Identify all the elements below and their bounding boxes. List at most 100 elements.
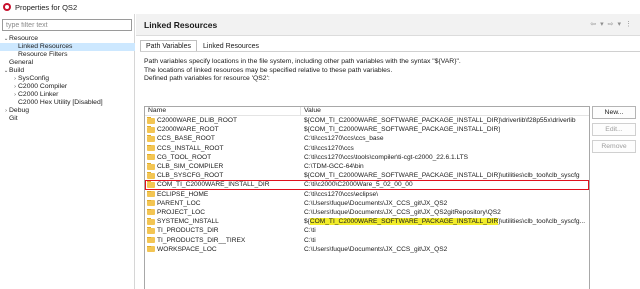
app-logo-icon bbox=[3, 3, 11, 11]
row-name: C2000WARE_DLIB_ROOT bbox=[157, 117, 238, 125]
forward-arrow-icon[interactable]: ⇨ bbox=[608, 20, 614, 28]
row-value: C:\Users\fuque\Documents\JX_CCS_git\JX_Q… bbox=[304, 208, 501, 216]
tree-item-c2000-hex-utility[interactable]: C2000 Hex Utility [Disabled] bbox=[0, 99, 135, 107]
tree-item-c2000-linker[interactable]: › C2000 Linker bbox=[0, 91, 135, 99]
tree-item-label: Build bbox=[9, 67, 25, 74]
table-row[interactable]: TI_PRODUCTS_DIR C:\ti bbox=[145, 226, 589, 235]
folder-icon bbox=[147, 190, 155, 198]
row-value: C:\ti\ccs1270\ccs bbox=[304, 144, 354, 152]
button-column: New... Edit... Remove bbox=[592, 106, 636, 153]
right-pane: Linked Resources ⇦ ▾ ⇨ ▾ ⋮ Path Variable… bbox=[136, 14, 640, 289]
folder-icon bbox=[147, 126, 155, 133]
column-header-name[interactable]: Name bbox=[145, 107, 301, 115]
header-nav: ⇦ ▾ ⇨ ▾ ⋮ bbox=[590, 20, 632, 28]
table-row[interactable]: SYSTEMC_INSTALL ${COM_TI_C2000WARE_SOFTWA… bbox=[145, 217, 589, 226]
folder-icon bbox=[147, 153, 155, 161]
tree-item-label: Resource bbox=[9, 35, 39, 42]
folder-icon bbox=[147, 208, 155, 216]
path-variables-table[interactable]: Name Value C2000WARE_DLIB_ROOT ${COM_TI_C… bbox=[144, 106, 590, 289]
row-value: C:\ti bbox=[304, 236, 316, 244]
folder-icon bbox=[147, 227, 155, 234]
table-row[interactable]: PROJECT_LOC C:\Users\fuque\Documents\JX_C… bbox=[145, 208, 589, 217]
column-header-value[interactable]: Value bbox=[301, 107, 321, 115]
folder-icon bbox=[147, 163, 155, 170]
page-header: Linked Resources ⇦ ▾ ⇨ ▾ ⋮ bbox=[136, 14, 640, 36]
row-value: C:\ti\ccs1270\ccs\ccs_base bbox=[304, 135, 384, 143]
folder-icon bbox=[147, 135, 155, 142]
folder-icon bbox=[147, 218, 155, 225]
page-title: Linked Resources bbox=[144, 20, 218, 30]
row-name: C2000WARE_ROOT bbox=[157, 126, 219, 134]
highlighted-text: COM_TI_C2000WARE_SOFTWARE_PACKAGE_INSTAL… bbox=[309, 218, 499, 226]
row-name: COM_TI_C2000WARE_INSTALL_DIR bbox=[157, 181, 270, 189]
property-tree: ⌄ Resource Linked Resources Resource Filt… bbox=[0, 35, 135, 123]
view-menu-icon[interactable]: ⋮ bbox=[625, 20, 632, 28]
row-name: SYSTEMC_INSTALL bbox=[157, 218, 219, 226]
table-row-highlighted[interactable]: COM_TI_C2000WARE_INSTALL_DIR C:\ti\c2000\… bbox=[145, 180, 589, 190]
tab-divider bbox=[140, 51, 640, 52]
table-row[interactable]: WORKSPACE_LOC C:\Users\fuque\Documents\JX… bbox=[145, 245, 589, 254]
remove-button[interactable]: Remove bbox=[592, 140, 636, 153]
window-titlebar: Properties for QS2 bbox=[0, 0, 640, 14]
back-arrow-icon[interactable]: ⇦ bbox=[590, 20, 596, 28]
description: Path variables specify locations in the … bbox=[144, 58, 614, 84]
tree-item-label: Resource Filters bbox=[18, 51, 68, 58]
table-row[interactable]: PARENT_LOC C:\Users\fuque\Documents\JX_CC… bbox=[145, 199, 589, 208]
row-name: CG_TOOL_ROOT bbox=[157, 153, 212, 161]
table-row[interactable]: CLB_SIM_COMPILER C:\TDM-GCC-64\bin bbox=[145, 162, 589, 171]
folder-icon bbox=[147, 172, 155, 179]
tree-item-label: C2000 Compiler bbox=[18, 83, 68, 90]
tree-item-linked-resources[interactable]: Linked Resources bbox=[0, 43, 135, 51]
folder-icon bbox=[147, 236, 155, 244]
tree-item-c2000-compiler[interactable]: › C2000 Compiler bbox=[0, 83, 135, 91]
table-row[interactable]: CCS_BASE_ROOT C:\ti\ccs1270\ccs\ccs_base bbox=[145, 134, 589, 143]
tree-item-label: C2000 Linker bbox=[18, 91, 59, 98]
tree-item-build[interactable]: ⌄ Build bbox=[0, 67, 135, 75]
row-value: C:\Users\fuque\Documents\JX_CCS_git\JX_Q… bbox=[304, 245, 448, 253]
forward-menu-icon[interactable]: ▾ bbox=[617, 20, 621, 28]
new-button[interactable]: New... bbox=[592, 106, 636, 119]
edit-button[interactable]: Edit... bbox=[592, 123, 636, 136]
tree-item-sysconfig[interactable]: › SysConfig bbox=[0, 75, 135, 83]
tree-item-label: C2000 Hex Utility [Disabled] bbox=[18, 99, 103, 106]
row-value: C:\Users\fuque\Documents\JX_CCS_git\JX_Q… bbox=[304, 199, 448, 207]
window-title: Properties for QS2 bbox=[15, 2, 78, 12]
row-name: TI_PRODUCTS_DIR__TIREX bbox=[157, 236, 246, 244]
tree-item-label: Debug bbox=[9, 107, 30, 114]
tree-item-general[interactable]: General bbox=[0, 59, 135, 67]
left-pane: ⌄Resource Linked Resources Resource Filt… bbox=[0, 14, 135, 289]
table-row[interactable]: CLB_SYSCFG_ROOT ${COM_TI_C2000WARE_SOFTWA… bbox=[145, 171, 589, 180]
folder-icon bbox=[147, 199, 155, 207]
row-name: WORKSPACE_LOC bbox=[157, 245, 217, 253]
row-name: CCS_BASE_ROOT bbox=[157, 135, 215, 143]
description-line: The locations of linked resources may be… bbox=[144, 66, 393, 74]
row-name: ECLIPSE_HOME bbox=[157, 190, 209, 198]
table-row[interactable]: ECLIPSE_HOME C:\ti\ccs1270\ccs\eclipse\ bbox=[145, 190, 589, 199]
tree-item-resource-filters[interactable]: Resource Filters bbox=[0, 51, 135, 59]
row-name: PROJECT_LOC bbox=[157, 208, 205, 216]
table-row[interactable]: CCS_INSTALL_ROOT C:\ti\ccs1270\ccs bbox=[145, 144, 589, 153]
description-line: Path variables specify locations in the … bbox=[144, 58, 461, 65]
table-row[interactable]: TI_PRODUCTS_DIR__TIREX C:\ti bbox=[145, 235, 589, 244]
description-line: Defined path variables for resource 'QS2… bbox=[144, 75, 270, 83]
table-row[interactable]: C2000WARE_ROOT ${COM_TI_C2000WARE_SOFTWAR… bbox=[145, 125, 589, 134]
row-value: ${COM_TI_C2000WARE_SOFTWARE_PACKAGE_INST… bbox=[304, 172, 580, 180]
tree-item-git[interactable]: Git bbox=[0, 115, 135, 123]
row-value: C:\ti\ccs1270\ccs\tools\compiler\ti-cgt-… bbox=[304, 153, 469, 161]
tree-item-resource[interactable]: ⌄ Resource bbox=[0, 35, 135, 43]
row-name: CCS_INSTALL_ROOT bbox=[157, 144, 224, 152]
folder-icon bbox=[147, 117, 155, 124]
row-value: C:\ti\c2000\C2000Ware_5_02_00_00 bbox=[304, 181, 413, 189]
back-menu-icon[interactable]: ▾ bbox=[600, 20, 604, 28]
table-row[interactable]: C2000WARE_DLIB_ROOT ${COM_TI_C2000WARE_SO… bbox=[145, 116, 589, 125]
folder-icon bbox=[147, 245, 155, 253]
folder-icon bbox=[147, 181, 155, 188]
tree-item-label: Linked Resources bbox=[18, 43, 73, 50]
folder-icon bbox=[147, 144, 155, 152]
row-name: CLB_SYSCFG_ROOT bbox=[157, 172, 224, 180]
tree-item-debug[interactable]: › Debug bbox=[0, 107, 135, 115]
row-name: CLB_SIM_COMPILER bbox=[157, 163, 224, 171]
filter-input[interactable] bbox=[2, 19, 132, 31]
table-row[interactable]: CG_TOOL_ROOT C:\ti\ccs1270\ccs\tools\comp… bbox=[145, 153, 589, 162]
row-value: C:\ti\ccs1270\ccs\eclipse\ bbox=[304, 190, 379, 198]
